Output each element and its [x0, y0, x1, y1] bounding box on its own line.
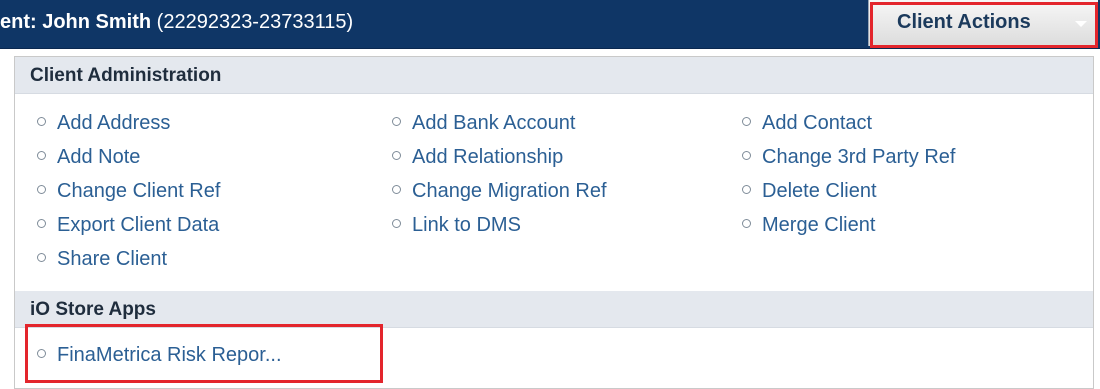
menu-item-add-relationship[interactable]: Add Relationship: [392, 146, 563, 169]
client-name: John Smith: [42, 11, 152, 33]
circle-bullet-icon: [37, 185, 46, 195]
menu-item-finametrica-risk-report[interactable]: FinaMetrica Risk Repor...: [37, 344, 282, 367]
circle-bullet-icon: [392, 219, 401, 229]
section-title: iO Store Apps: [30, 299, 156, 320]
circle-bullet-icon: [742, 151, 751, 161]
section-header-client-administration: Client Administration: [15, 57, 1093, 94]
client-actions-dropdown: Client Administration Add Address Add No…: [14, 56, 1094, 389]
menu-item-export-client-data[interactable]: Export Client Data: [37, 214, 219, 237]
menu-item-label: Change Migration Ref: [412, 180, 607, 202]
menu-item-label: FinaMetrica Risk Repor...: [57, 344, 282, 366]
menu-item-label: Add Contact: [762, 112, 873, 134]
circle-bullet-icon: [37, 117, 46, 127]
menu-item-change-client-ref[interactable]: Change Client Ref: [37, 180, 220, 203]
circle-bullet-icon: [37, 219, 46, 229]
menu-item-label: Add Note: [57, 146, 141, 168]
menu-item-link-to-dms[interactable]: Link to DMS: [392, 214, 521, 237]
client-title-prefix: ent:: [0, 11, 43, 33]
menu-item-add-contact[interactable]: Add Contact: [742, 112, 872, 135]
menu-item-delete-client[interactable]: Delete Client: [742, 180, 877, 203]
circle-bullet-icon: [37, 151, 46, 161]
menu-item-label: Delete Client: [762, 180, 877, 202]
menu-item-label: Add Address: [57, 112, 171, 134]
menu-item-label: Link to DMS: [412, 214, 521, 236]
circle-bullet-icon: [742, 219, 751, 229]
menu-item-label: Merge Client: [762, 214, 876, 236]
section-header-io-store-apps: iO Store Apps: [15, 291, 1093, 328]
client-title: ent: John Smith (22292323-23733115): [0, 11, 353, 34]
circle-bullet-icon: [37, 349, 46, 359]
circle-bullet-icon: [742, 185, 751, 195]
circle-bullet-icon: [37, 253, 46, 263]
menu-item-share-client[interactable]: Share Client: [37, 248, 167, 271]
client-actions-label: Client Actions: [897, 11, 1031, 33]
section-title: Client Administration: [30, 65, 222, 86]
client-actions-button[interactable]: Client Actions: [868, 0, 1098, 46]
client-reference: (22292323-23733115): [151, 11, 354, 33]
menu-item-label: Add Bank Account: [412, 112, 576, 134]
menu-item-label: Change 3rd Party Ref: [762, 146, 956, 168]
menu-item-add-address[interactable]: Add Address: [37, 112, 170, 135]
circle-bullet-icon: [392, 117, 401, 127]
menu-item-label: Export Client Data: [57, 214, 220, 236]
menu-item-change-migration-ref[interactable]: Change Migration Ref: [392, 180, 607, 203]
caret-down-icon: [1075, 21, 1087, 27]
circle-bullet-icon: [392, 151, 401, 161]
menu-item-label: Add Relationship: [412, 146, 564, 168]
menu-item-merge-client[interactable]: Merge Client: [742, 214, 875, 237]
circle-bullet-icon: [742, 117, 751, 127]
menu-item-label: Change Client Ref: [57, 180, 221, 202]
menu-item-add-bank-account[interactable]: Add Bank Account: [392, 112, 575, 135]
menu-item-label: Share Client: [57, 248, 168, 270]
menu-item-add-note[interactable]: Add Note: [37, 146, 140, 169]
menu-item-change-3rd-party-ref[interactable]: Change 3rd Party Ref: [742, 146, 955, 169]
client-header-bar: ent: John Smith (22292323-23733115) Clie…: [0, 0, 1100, 49]
circle-bullet-icon: [392, 185, 401, 195]
client-actions-screen: ent: John Smith (22292323-23733115) Clie…: [0, 0, 1100, 389]
